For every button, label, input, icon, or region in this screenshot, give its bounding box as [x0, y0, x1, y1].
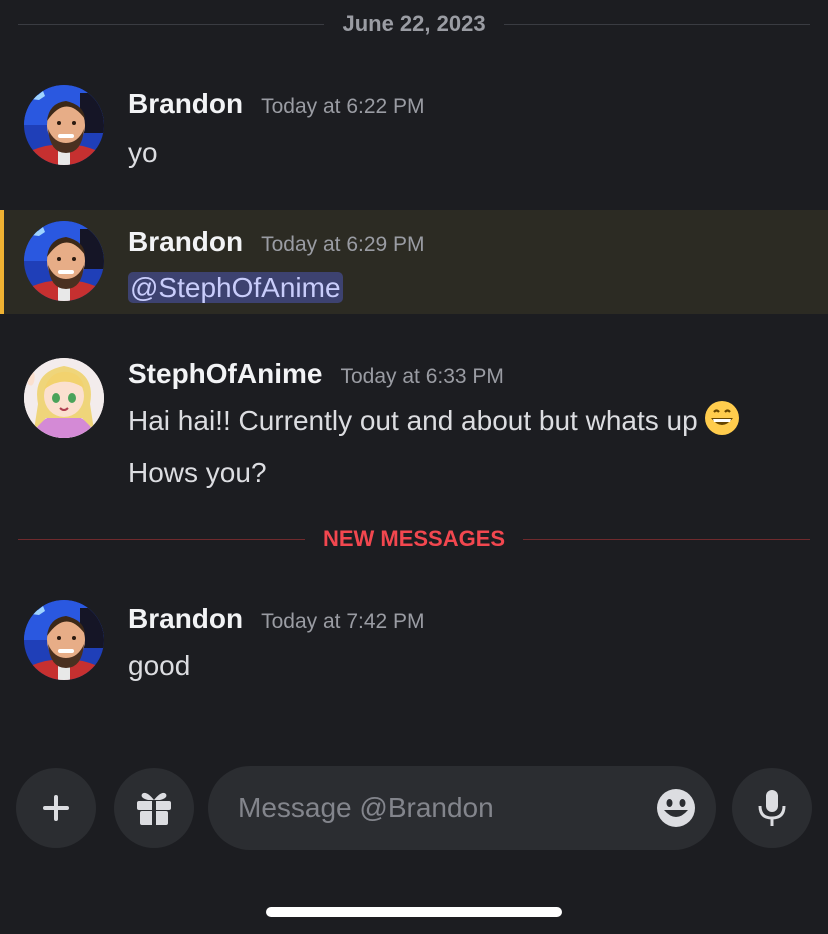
username[interactable]: StephOfAnime: [128, 358, 322, 390]
new-messages-divider: NEW MESSAGES: [18, 520, 811, 558]
plus-icon: [43, 795, 69, 821]
message-text: yo: [128, 137, 158, 168]
avatar[interactable]: [24, 358, 104, 438]
message-header: Brandon Today at 6:22 PM: [128, 88, 425, 120]
divider-line: [18, 23, 325, 25]
timestamp: Today at 6:22 PM: [261, 95, 425, 118]
grinning-emoji-icon: [704, 400, 740, 450]
avatar[interactable]: [24, 85, 104, 165]
message-text: good: [128, 650, 191, 681]
voice-message-button[interactable]: [732, 768, 812, 848]
brandon-avatar-image: [24, 600, 104, 680]
message-header: StephOfAnime Today at 6:33 PM: [128, 358, 504, 390]
timestamp: Today at 6:29 PM: [261, 233, 425, 256]
timestamp: Today at 7:42 PM: [261, 610, 425, 633]
divider-line: [523, 538, 811, 540]
username[interactable]: Brandon: [128, 226, 243, 258]
steph-avatar-image: [24, 358, 104, 438]
date-divider: June 22, 2023: [18, 0, 811, 48]
timestamp: Today at 6:33 PM: [340, 365, 504, 388]
gift-button[interactable]: [114, 768, 194, 848]
add-attachment-button[interactable]: [16, 768, 96, 848]
username[interactable]: Brandon: [128, 603, 243, 635]
message-item[interactable]: Brandon Today at 7:42 PM good: [0, 585, 828, 705]
new-messages-label: NEW MESSAGES: [322, 526, 506, 551]
username[interactable]: Brandon: [128, 88, 243, 120]
message-item[interactable]: Brandon Today at 6:22 PM yo: [0, 70, 828, 190]
message-line: Hai hai!! Currently out and about but wh…: [128, 405, 698, 436]
message-input-placeholder: Message @Brandon: [238, 792, 494, 823]
home-indicator[interactable]: [266, 907, 562, 917]
message-header: Brandon Today at 7:42 PM: [128, 603, 425, 635]
message-text: Hai hai!! Currently out and about but wh…: [128, 398, 740, 496]
message-item[interactable]: StephOfAnime Today at 6:33 PM Hai hai!! …: [0, 340, 828, 500]
divider-line: [503, 23, 811, 25]
user-mention[interactable]: @StephOfAnime: [128, 272, 343, 303]
date-divider-label: June 22, 2023: [342, 11, 486, 36]
avatar[interactable]: [24, 600, 104, 680]
message-line: Hows you?: [128, 457, 267, 488]
smiley-face-icon[interactable]: [656, 788, 696, 828]
brandon-avatar-image: [24, 221, 104, 301]
message-header: Brandon Today at 6:29 PM: [128, 226, 425, 258]
avatar[interactable]: [24, 221, 104, 301]
gift-icon: [137, 792, 171, 825]
message-text: @StephOfAnime: [128, 265, 343, 311]
message-input[interactable]: Message @Brandon: [208, 766, 716, 850]
divider-line: [18, 538, 305, 540]
brandon-avatar-image: [24, 85, 104, 165]
dm-chat-screen: June 22, 2023 Brandon Today at 6:22 PM y…: [0, 0, 828, 934]
message-item-mentioned[interactable]: Brandon Today at 6:29 PM @StephOfAnime: [0, 210, 828, 314]
microphone-icon: [758, 790, 786, 826]
